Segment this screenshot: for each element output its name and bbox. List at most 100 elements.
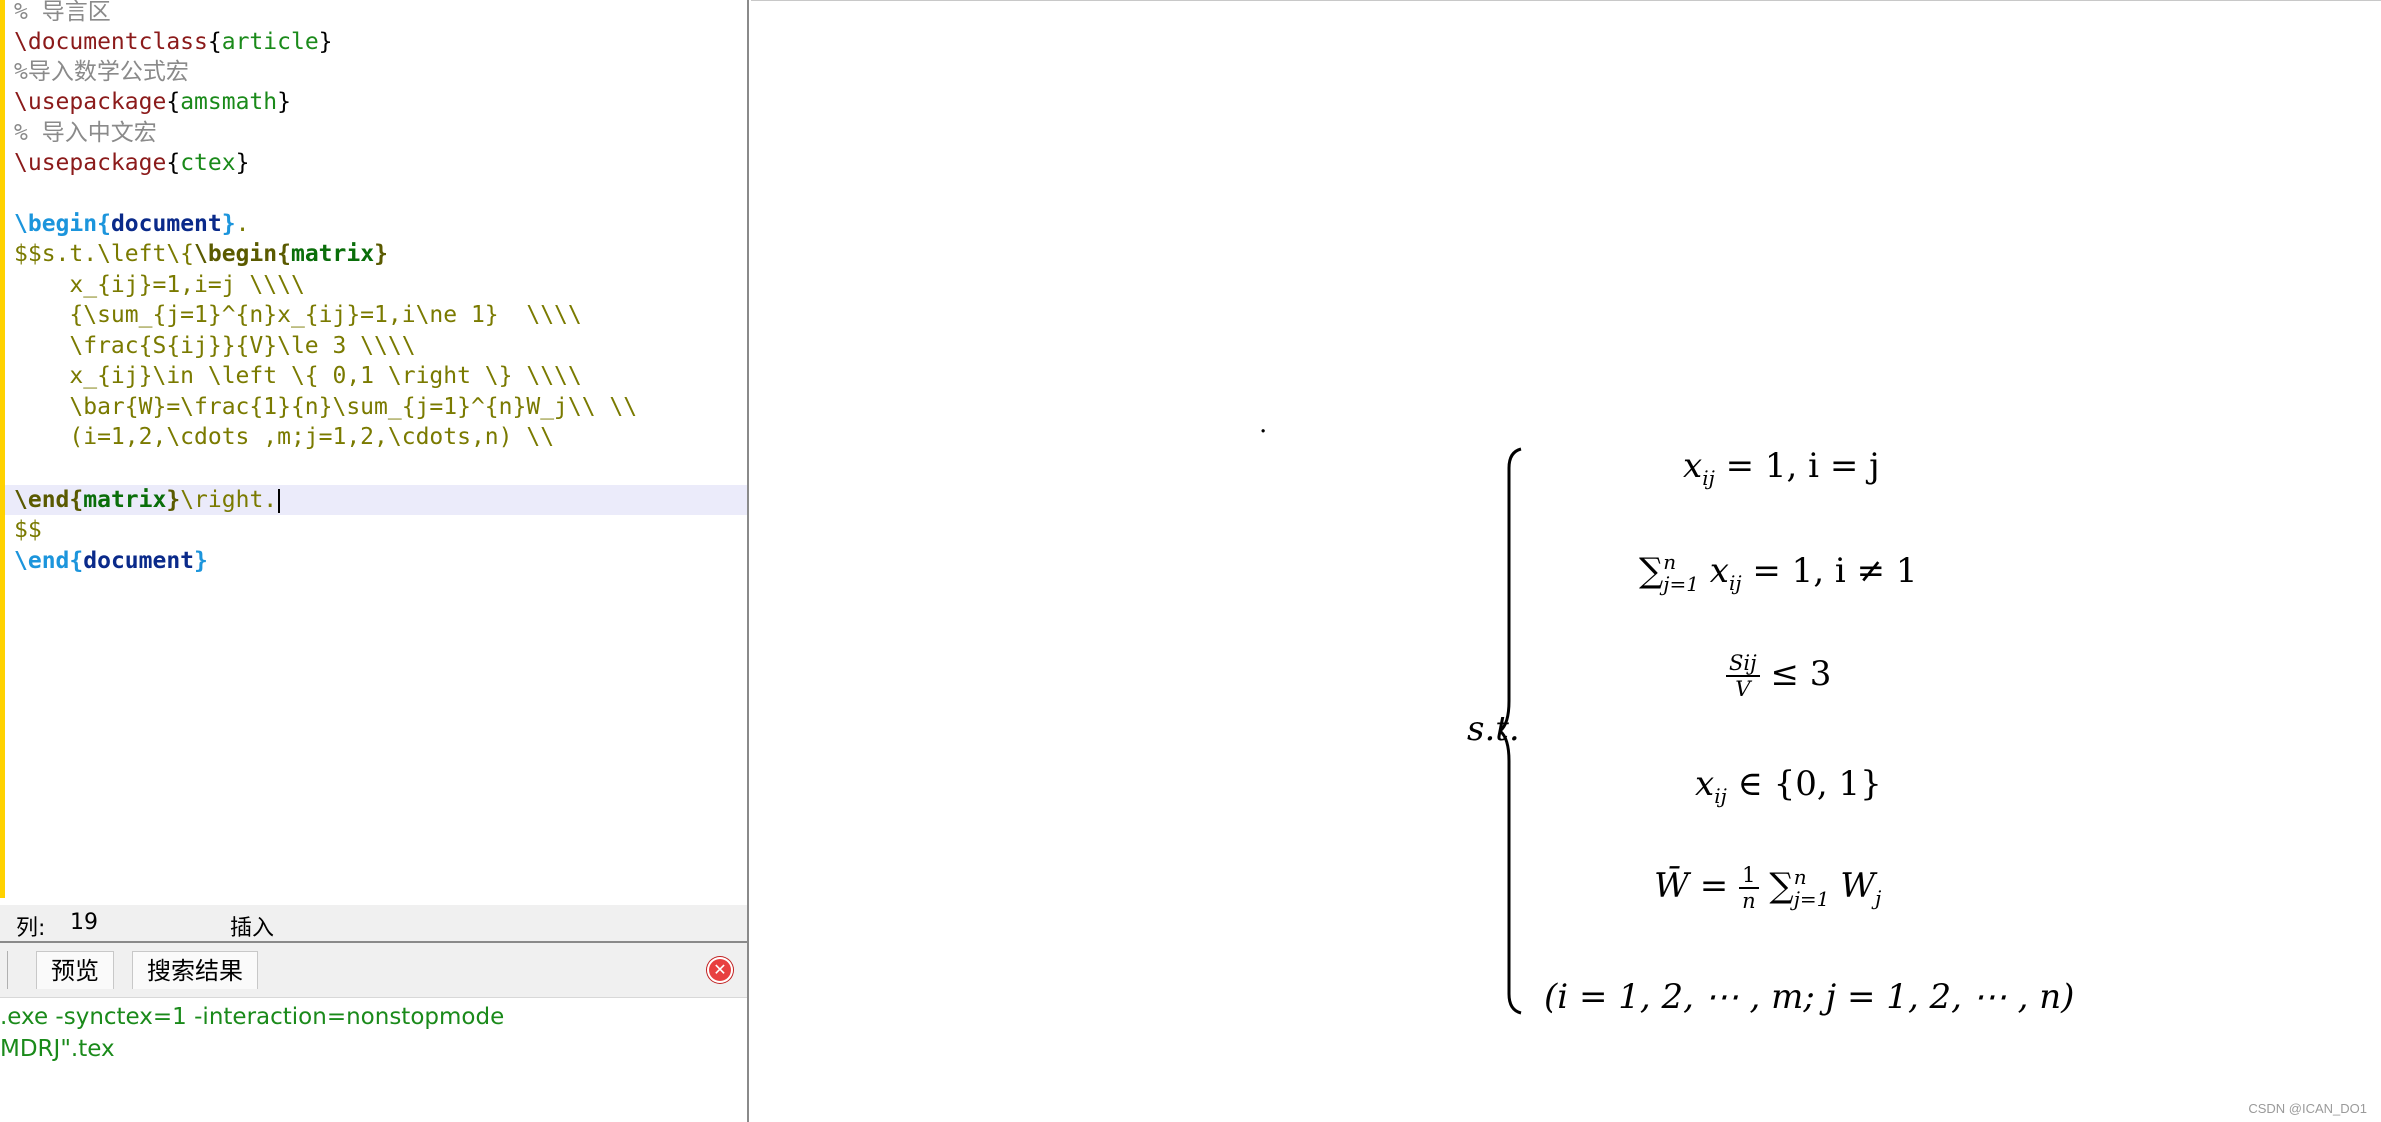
code-editor[interactable]: % 导言区 \documentclass{article} %导入数学公式宏 \… xyxy=(5,0,747,898)
modified-lines-marker xyxy=(0,0,5,898)
code-token: \bar{W}=\frac{1}{n}\sum_{j=1}^{n}W_j\\ \… xyxy=(14,394,638,420)
code-token: { xyxy=(97,211,111,237)
code-token: { xyxy=(277,241,291,267)
code-token: x_{ij}\in \left \{ 0,1 \right \} \\\\ xyxy=(14,363,582,389)
math-eq: = xyxy=(1699,866,1729,906)
watermark: CSDN @ICAN_DO1 xyxy=(2248,1101,2367,1116)
sum-lower: j=1 xyxy=(1663,572,1699,596)
tab-preview[interactable]: 预览 xyxy=(36,951,114,989)
constraint-row-4: xij ∈ {0, 1} xyxy=(1695,764,1882,808)
code-token: % 导入中文宏 xyxy=(14,120,157,146)
code-token: { xyxy=(69,487,84,513)
math-rest: = 1, i ≠ 1 xyxy=(1752,551,1918,591)
code-line-9[interactable]: $$s.t.\left\{\begin{matrix} xyxy=(14,239,747,269)
code-token: amsmath xyxy=(180,89,278,115)
constraint-row-3: Sij V ≤ 3 xyxy=(1726,651,1831,701)
code-line-2[interactable]: \documentclass{article} xyxy=(14,27,747,57)
code-token: \end xyxy=(14,548,70,574)
math-rest: = 1, i = j xyxy=(1725,446,1880,486)
code-line-11[interactable]: {\sum_{j=1}^{n}x_{ij}=1,i\ne 1} \\\\ xyxy=(14,300,747,330)
code-token: \right. xyxy=(180,487,278,513)
code-line-3[interactable]: %导入数学公式宏 xyxy=(14,57,747,87)
code-token: ctex xyxy=(180,150,236,176)
math-rest: ∈ {0, 1} xyxy=(1737,764,1882,804)
code-line-6[interactable]: \usepackage{ctex} xyxy=(14,148,747,178)
code-line-8[interactable]: \begin{document}. xyxy=(14,209,747,239)
code-token: matrix xyxy=(290,241,375,267)
constraint-row-1: xij = 1, i = j xyxy=(1683,446,1880,490)
code-token: \usepackage xyxy=(14,150,167,176)
code-line-19[interactable]: \end{document} xyxy=(14,546,747,576)
code-token: % 导言区 xyxy=(14,0,111,25)
code-token: matrix xyxy=(83,487,167,513)
status-bar: 列: 19 插入 xyxy=(0,905,747,941)
code-token: \usepackage xyxy=(14,89,167,115)
code-line-10[interactable]: x_{ij}=1,i=j \\\\ xyxy=(14,270,747,300)
code-line-15[interactable]: (i=1,2,\cdots ,m;j=1,2,\cdots,n) \\ xyxy=(14,422,747,452)
text-caret xyxy=(278,488,281,513)
stray-dot: . xyxy=(1259,409,1268,439)
code-token: $$s.t.\left\{ xyxy=(14,241,195,267)
code-line-13[interactable]: x_{ij}\in \left \{ 0,1 \right \} \\\\ xyxy=(14,361,747,391)
fraction: Sij V xyxy=(1726,651,1760,701)
fraction: 1n xyxy=(1739,863,1759,913)
fraction-denominator: V xyxy=(1735,677,1751,701)
log-line: MDRJ".tex xyxy=(0,1036,115,1062)
code-token: { xyxy=(69,548,84,574)
code-line-1[interactable]: % 导言区 xyxy=(14,0,747,27)
code-token: \begin xyxy=(14,211,98,237)
left-brace xyxy=(1499,447,1522,1015)
fraction-denominator: n xyxy=(1742,889,1756,913)
math-var: x xyxy=(1683,446,1703,486)
math-subscript: ij xyxy=(1702,465,1715,490)
close-icon[interactable]: ✕ xyxy=(707,957,733,983)
code-line-18[interactable]: $$ xyxy=(14,515,747,545)
code-token: \end xyxy=(14,487,70,513)
constraint-row-6: (i = 1, 2, ⋯ , m; j = 1, 2, ⋯ , n) xyxy=(1544,977,2075,1017)
code-token: %导入数学公式宏 xyxy=(14,59,189,85)
code-line-17-current[interactable]: \end{matrix}\right. xyxy=(5,485,747,515)
code-token: \frac{S{ij}}{V}\le 3 \\\\ xyxy=(14,333,416,359)
tab-hidden-edge[interactable] xyxy=(0,951,8,989)
code-line-4[interactable]: \usepackage{amsmath} xyxy=(14,87,747,117)
sum-upper: n xyxy=(1663,550,1677,574)
sum-symbol: ∑ xyxy=(1769,866,1794,906)
editor-pane[interactable]: % 导言区 \documentclass{article} %导入数学公式宏 \… xyxy=(0,0,749,1122)
code-token: . xyxy=(235,211,250,237)
pdf-preview-pane[interactable]: . s.t. xij = 1, i = j ∑ n j=1 xij = 1, i ≠… xyxy=(751,0,2381,1122)
fraction-numerator: Sij xyxy=(1726,651,1760,677)
code-token: \begin xyxy=(194,241,278,267)
insert-mode-indicator: 插入 xyxy=(230,916,275,941)
tab-search-results[interactable]: 搜索结果 xyxy=(132,951,258,989)
sum-symbol: ∑ xyxy=(1639,551,1664,591)
math-var: W xyxy=(1840,866,1876,906)
math-rest: ≤ 3 xyxy=(1770,654,1832,694)
code-token: {\sum_{j=1}^{n}x_{ij}=1,i\ne 1} \\\\ xyxy=(14,302,582,328)
code-token: } xyxy=(166,487,181,513)
math-subscript: ij xyxy=(1728,570,1742,595)
code-token: article xyxy=(221,29,319,55)
code-token: { xyxy=(166,150,181,176)
code-token: \documentclass xyxy=(14,29,208,55)
column-value: 19 xyxy=(70,910,98,935)
code-token: $$ xyxy=(14,517,42,543)
code-token: { xyxy=(207,29,222,55)
code-token: document xyxy=(110,211,222,237)
code-token: } xyxy=(318,29,333,55)
code-token: } xyxy=(221,211,236,237)
math-subscript: ij xyxy=(1714,783,1727,808)
code-token: } xyxy=(194,548,208,574)
code-line-5[interactable]: % 导入中文宏 xyxy=(14,118,747,148)
math-subscript: j xyxy=(1875,885,1882,910)
code-token: (i=1,2,\cdots ,m;j=1,2,\cdots,n) \\ xyxy=(14,424,555,450)
code-line-14[interactable]: \bar{W}=\frac{1}{n}\sum_{j=1}^{n}W_j\\ \… xyxy=(14,392,747,422)
output-tab-bar: 预览 搜索结果 ✕ xyxy=(0,943,747,998)
math-var: W̄ xyxy=(1654,866,1689,906)
code-token: document xyxy=(83,548,195,574)
code-token: { xyxy=(166,89,181,115)
constraint-row-5: W̄ = 1n ∑ n j=1 Wj xyxy=(1654,863,1881,913)
code-token: x_{ij}=1,i=j \\\\ xyxy=(14,272,305,298)
code-line-12[interactable]: \frac{S{ij}}{V}\le 3 \\\\ xyxy=(14,331,747,361)
output-panel: 预览 搜索结果 ✕ .exe -synctex=1 -interaction=n… xyxy=(0,941,747,1122)
fraction-numerator: 1 xyxy=(1739,863,1759,889)
